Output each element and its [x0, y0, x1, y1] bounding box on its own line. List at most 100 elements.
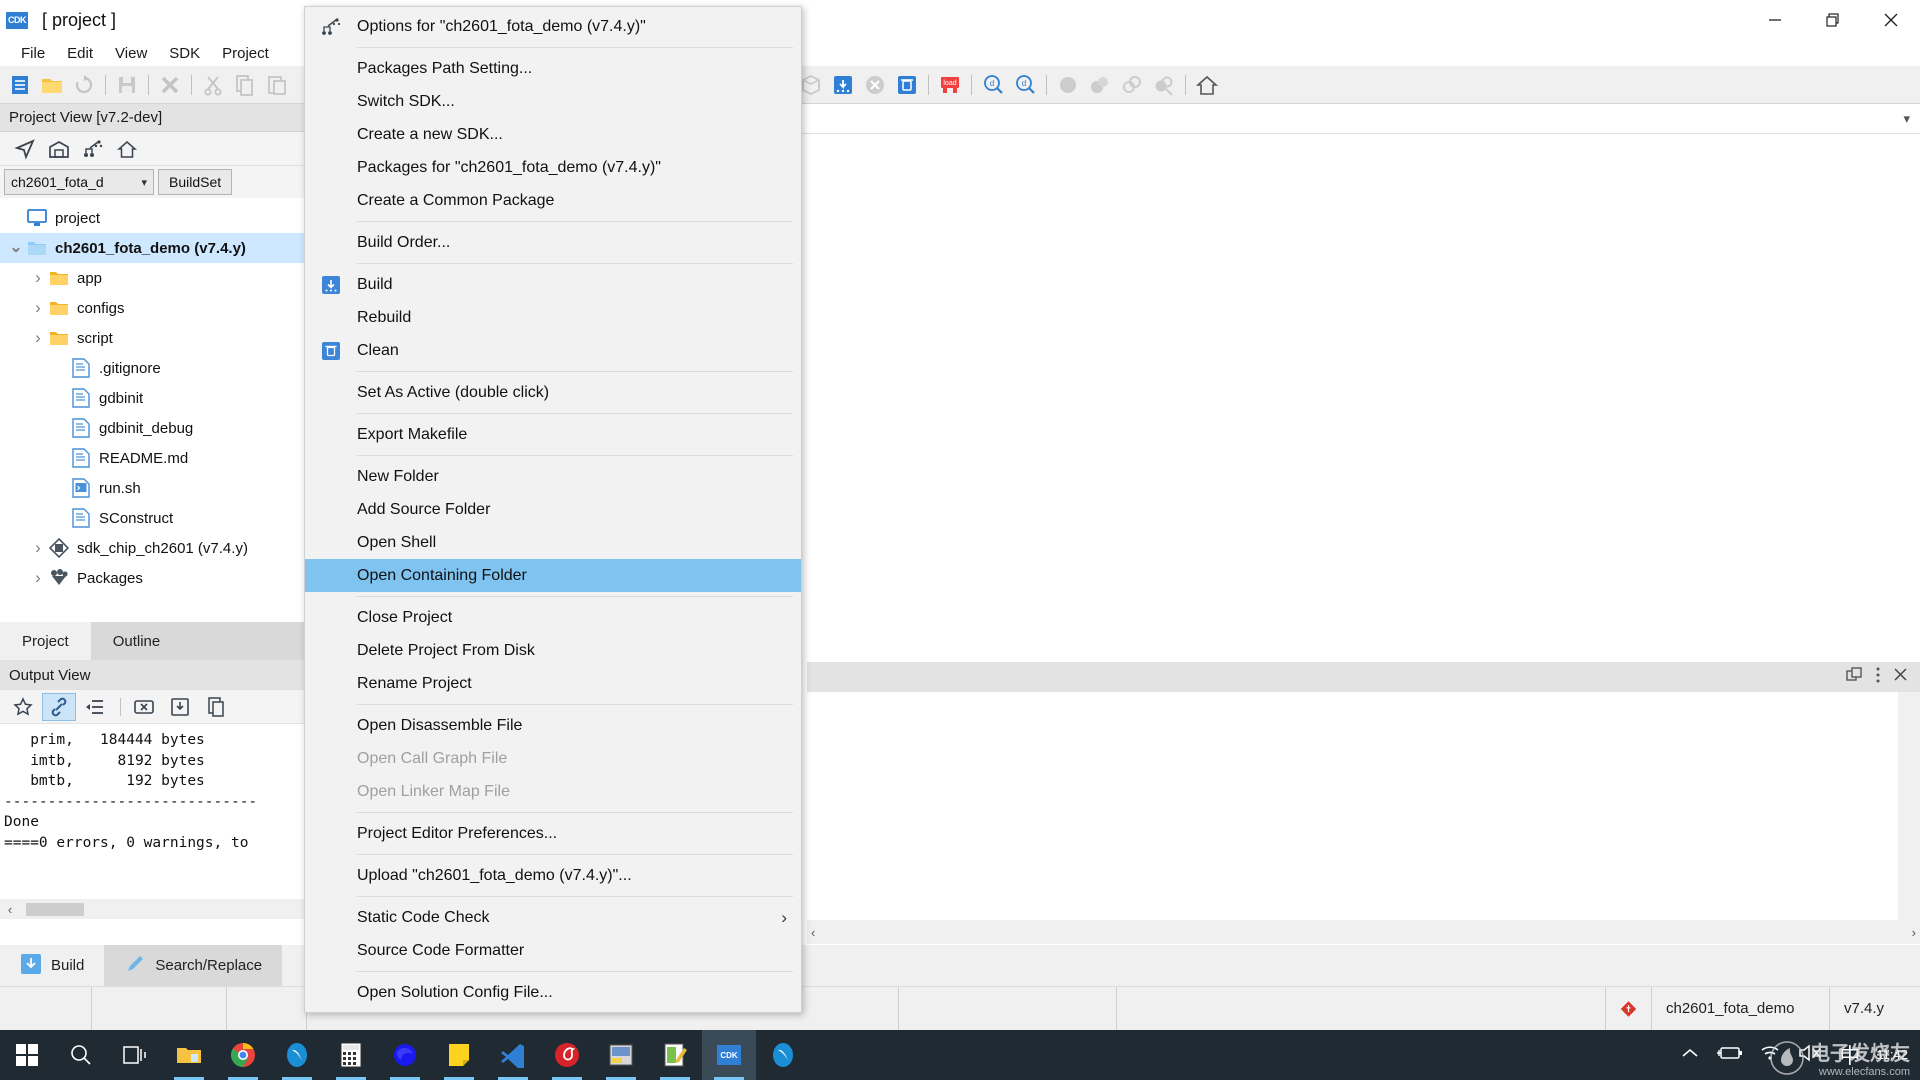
clear-icon[interactable]	[127, 693, 161, 721]
chevron-right-icon[interactable]: ›	[28, 538, 48, 558]
chevron-right-icon[interactable]: ›	[28, 568, 48, 588]
close-panel-icon[interactable]	[1893, 667, 1908, 687]
thunderbird2-icon[interactable]	[756, 1030, 810, 1080]
edge-icon[interactable]	[378, 1030, 432, 1080]
menu-item[interactable]: Set As Active (double click)	[305, 376, 801, 409]
scroll-left-icon[interactable]: ‹	[0, 902, 20, 917]
menu-project[interactable]: Project	[211, 42, 280, 65]
tree-item[interactable]: › Packages	[0, 563, 307, 593]
clean-icon[interactable]	[892, 70, 922, 100]
menu-item[interactable]: Build	[305, 268, 801, 301]
tree-item[interactable]: README.md	[0, 443, 307, 473]
tree-item[interactable]: › script	[0, 323, 307, 353]
tree-item[interactable]: gdbinit_debug	[0, 413, 307, 443]
wrap-icon[interactable]	[78, 693, 112, 721]
chevron-right-icon[interactable]: ›	[28, 328, 48, 348]
project-combo[interactable]: ch2601_fota_d ▾	[4, 169, 154, 195]
vscode-icon[interactable]	[486, 1030, 540, 1080]
tree-item[interactable]: gdbinit	[0, 383, 307, 413]
menu-item[interactable]: New Folder	[305, 460, 801, 493]
menu-item[interactable]: Delete Project From Disk	[305, 634, 801, 667]
new-file-icon[interactable]	[5, 70, 35, 100]
menu-item[interactable]: Static Code Check ›	[305, 901, 801, 934]
menu-item[interactable]: Create a new SDK...	[305, 118, 801, 151]
link-icon[interactable]	[42, 692, 76, 721]
copy-output-icon[interactable]	[199, 693, 233, 721]
scroll-right-icon[interactable]: ›	[1912, 925, 1916, 940]
tab-outline[interactable]: Outline	[91, 622, 183, 660]
task-view-icon[interactable]	[108, 1030, 162, 1080]
load-icon[interactable]: load	[935, 70, 965, 100]
tab-project[interactable]: Project	[0, 622, 91, 660]
tree-item[interactable]: ⌄ ch2601_fota_demo (v7.4.y)	[0, 233, 307, 263]
serial-tool-icon[interactable]	[594, 1030, 648, 1080]
menu-view[interactable]: View	[104, 42, 158, 65]
netease-music-icon[interactable]	[540, 1030, 594, 1080]
open-folder-icon[interactable]	[37, 70, 67, 100]
menu-item[interactable]: Source Code Formatter	[305, 934, 801, 967]
buildset-button[interactable]: BuildSet	[158, 169, 233, 195]
menu-item[interactable]: Build Order...	[305, 226, 801, 259]
chevron-right-icon[interactable]: ›	[28, 268, 48, 288]
chevron-down-icon[interactable]: ⌄	[6, 240, 26, 256]
menu-item[interactable]: Create a Common Package	[305, 184, 801, 217]
close-icon[interactable]	[1862, 0, 1920, 40]
restore-icon[interactable]	[1804, 0, 1862, 40]
results-vscrollbar[interactable]	[1898, 692, 1920, 920]
menu-edit[interactable]: Edit	[56, 42, 104, 65]
menu-item[interactable]: Rename Project	[305, 667, 801, 700]
menu-item[interactable]: Open Containing Folder	[305, 559, 801, 592]
windows-start-icon[interactable]	[0, 1030, 54, 1080]
chevron-down-icon[interactable]: ▾	[1903, 111, 1910, 127]
menu-item[interactable]: Upload "ch2601_fota_demo (v7.4.y)"...	[305, 859, 801, 892]
save-output-icon[interactable]	[163, 693, 197, 721]
menu-sdk[interactable]: SDK	[158, 42, 211, 65]
output-hscrollbar[interactable]: ‹	[0, 899, 307, 919]
search-icon[interactable]	[54, 1030, 108, 1080]
menu-item[interactable]: Clean	[305, 334, 801, 367]
home-icon[interactable]	[1192, 70, 1222, 100]
tree-item[interactable]: › app	[0, 263, 307, 293]
menu-item[interactable]: Project Editor Preferences...	[305, 817, 801, 850]
favorite-icon[interactable]	[6, 693, 40, 721]
menu-item[interactable]: Export Makefile	[305, 418, 801, 451]
menu-item[interactable]: Packages for "ch2601_fota_demo (v7.4.y)"	[305, 151, 801, 184]
find-next-icon[interactable]: d	[1010, 70, 1040, 100]
tree-item[interactable]: SConstruct	[0, 503, 307, 533]
notes-icon[interactable]	[432, 1030, 486, 1080]
menu-item[interactable]: Switch SDK...	[305, 85, 801, 118]
editor-tool-icon[interactable]	[648, 1030, 702, 1080]
menu-item[interactable]: Options for "ch2601_fota_demo (v7.4.y)"	[305, 10, 801, 43]
menu-item[interactable]: Add Source Folder	[305, 493, 801, 526]
repository-icon[interactable]	[42, 135, 76, 163]
results-hscrollbar[interactable]: ‹ ›	[807, 920, 1920, 944]
minimize-icon[interactable]	[1746, 0, 1804, 40]
tree-item[interactable]: .gitignore	[0, 353, 307, 383]
menu-item[interactable]: Close Project	[305, 601, 801, 634]
file-explorer-icon[interactable]	[162, 1030, 216, 1080]
calculator-icon[interactable]	[324, 1030, 378, 1080]
menu-item[interactable]: Packages Path Setting...	[305, 52, 801, 85]
tab-search-replace[interactable]: Search/Replace	[104, 945, 283, 986]
menu-item[interactable]: Open Shell	[305, 526, 801, 559]
build-icon[interactable]	[828, 70, 858, 100]
hscroll-thumb[interactable]	[26, 902, 84, 916]
locate-icon[interactable]	[8, 135, 42, 163]
tree-item[interactable]: project	[0, 203, 307, 233]
chevron-right-icon[interactable]: ›	[28, 298, 48, 318]
restore-panel-icon[interactable]	[1846, 666, 1863, 688]
home-icon[interactable]	[110, 135, 144, 163]
sdk-manager-icon[interactable]	[76, 135, 110, 163]
find-icon[interactable]: d	[978, 70, 1008, 100]
tree-item[interactable]: run.sh	[0, 473, 307, 503]
cdk-icon[interactable]: CDK	[702, 1030, 756, 1080]
more-options-icon[interactable]	[1875, 666, 1881, 689]
menu-item[interactable]: Rebuild	[305, 301, 801, 334]
menu-item[interactable]: Open Solution Config File...	[305, 976, 801, 1009]
scroll-left-icon[interactable]: ‹	[811, 925, 815, 940]
thunderbird-icon[interactable]	[270, 1030, 324, 1080]
search-replace-results[interactable]	[807, 692, 1920, 920]
tab-build[interactable]: Build	[0, 945, 104, 986]
menu-item[interactable]: Open Disassemble File	[305, 709, 801, 742]
menu-file[interactable]: File	[10, 42, 56, 65]
